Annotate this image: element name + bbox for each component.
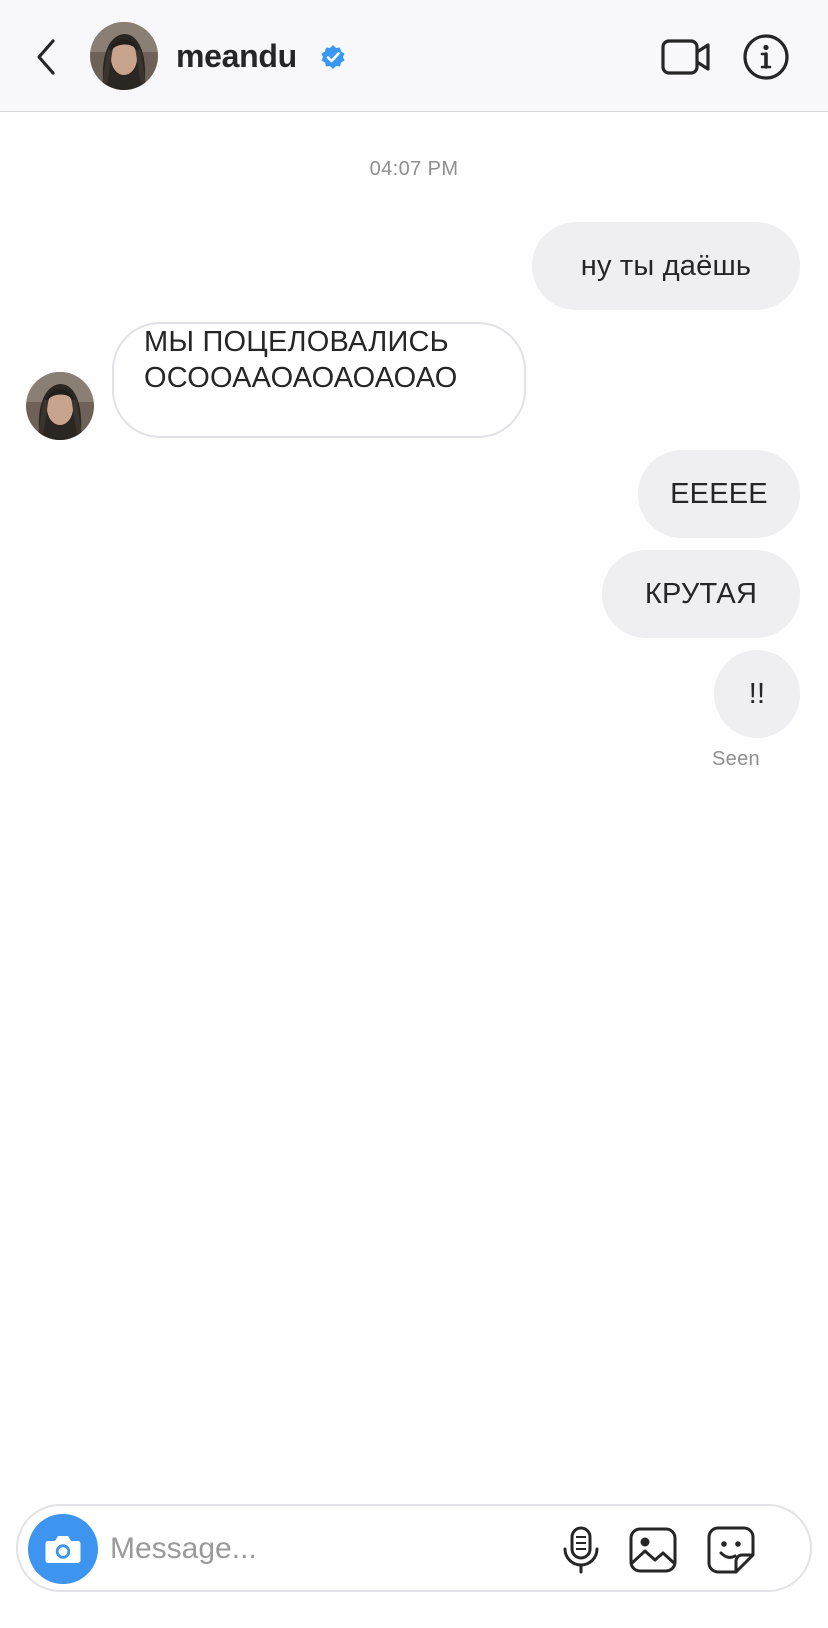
chat-username[interactable]: meandu [176, 36, 297, 76]
message-text: ЕЕЕЕЕ [670, 478, 768, 510]
message-text: !! [748, 678, 766, 710]
verified-badge-icon [321, 45, 345, 69]
video-camera-icon[interactable] [660, 36, 712, 78]
message-input[interactable] [110, 1524, 530, 1574]
outgoing-message-bubble[interactable]: ЕЕЕЕЕ [638, 450, 800, 538]
profile-avatar[interactable] [90, 22, 158, 90]
seen-status: Seen [712, 748, 760, 770]
direct-message-screen: meandu 04:07 PM ну ты даёшь МЫ ПОЦЕЛОВАЛ… [0, 0, 828, 1628]
microphone-icon[interactable] [556, 1525, 606, 1575]
sender-avatar[interactable] [26, 372, 94, 440]
chevron-left-icon [37, 39, 55, 75]
camera-button[interactable] [28, 1514, 98, 1584]
outgoing-message-bubble[interactable]: !! [714, 650, 800, 738]
outgoing-message-bubble[interactable]: КРУТАЯ [602, 550, 800, 638]
sticker-icon[interactable] [706, 1525, 756, 1575]
incoming-message-bubble[interactable]: МЫ ПОЦЕЛОВАЛИСЬ ОСООААОАОАОАОАО [112, 322, 526, 438]
avatar-image [90, 22, 158, 90]
message-text: КРУТАЯ [644, 578, 758, 610]
outgoing-message-bubble[interactable]: ну ты даёшь [532, 222, 800, 310]
avatar-image [26, 372, 94, 440]
camera-icon [45, 1536, 81, 1563]
chat-header: meandu [0, 0, 828, 112]
back-button[interactable] [26, 32, 66, 82]
info-icon[interactable] [742, 33, 790, 81]
message-text-line-2: ОСООААОАОАОАОАО [144, 362, 458, 394]
message-text: ну ты даёшь [580, 250, 752, 282]
message-composer [16, 1504, 812, 1592]
message-timestamp: 04:07 PM [369, 158, 459, 180]
image-gallery-icon[interactable] [628, 1525, 678, 1575]
message-text-line-1: МЫ ПОЦЕЛОВАЛИСЬ [144, 326, 449, 358]
